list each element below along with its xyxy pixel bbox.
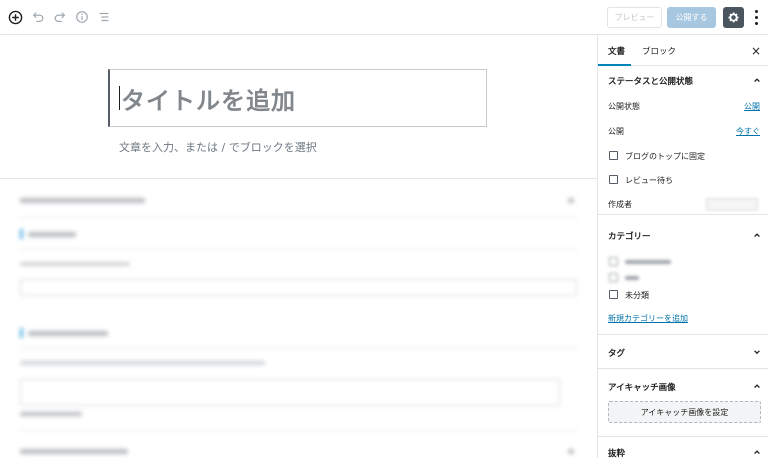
preview-button[interactable]: プレビュー — [607, 7, 662, 28]
plus-circle-icon[interactable] — [7, 9, 23, 25]
author-label: 作成者 — [608, 200, 632, 209]
metabox-help-text — [20, 262, 130, 266]
editor-toolbar: プレビュー 公開する — [0, 0, 768, 35]
metabox-heading — [20, 198, 145, 203]
pending-review-checkbox[interactable] — [609, 175, 618, 184]
category-label — [625, 276, 639, 280]
text-caret — [119, 86, 120, 110]
undo-icon[interactable] — [30, 9, 46, 25]
sticky-checkbox[interactable] — [609, 151, 618, 160]
chevron-down-icon[interactable] — [753, 348, 761, 356]
gear-icon — [728, 12, 739, 23]
category-label — [625, 260, 671, 264]
meta-boxes — [0, 178, 597, 458]
post-title-input[interactable]: タイトルを追加 — [108, 69, 487, 127]
metabox-accent — [20, 229, 23, 239]
excerpt-panel-title[interactable]: 抜粋 — [608, 447, 625, 458]
settings-button[interactable] — [723, 7, 744, 28]
metabox-text-field[interactable] — [20, 279, 577, 296]
status-panel-title[interactable]: ステータスと公開状態 — [608, 75, 693, 87]
pending-review-label[interactable]: レビュー待ち — [625, 175, 673, 186]
more-vertical-icon[interactable] — [752, 8, 760, 27]
tab-block[interactable]: ブロック — [642, 35, 676, 66]
chevron-up-icon[interactable] — [753, 448, 761, 456]
metabox-divider — [20, 249, 577, 250]
redo-icon[interactable] — [52, 9, 68, 25]
metabox-divider — [20, 217, 577, 218]
publish-date-toggle[interactable]: 今すぐ — [736, 126, 760, 137]
metabox-field-label — [28, 331, 108, 336]
category-checkbox[interactable] — [609, 257, 618, 266]
list-view-icon[interactable] — [96, 9, 112, 25]
metabox-toggle[interactable] — [568, 449, 574, 454]
set-featured-image-button[interactable]: アイキャッチ画像を設定 — [608, 401, 761, 423]
metabox-divider — [20, 348, 577, 349]
uncategorized-label[interactable]: 未分類 — [625, 290, 649, 301]
metabox-textarea[interactable] — [20, 379, 560, 406]
status-panel: ステータスと公開状態 公開状態 公開 公開 今すぐ ブログのトップに固定 レビュ… — [598, 66, 768, 215]
close-icon[interactable]: × — [751, 44, 761, 58]
post-title-placeholder: タイトルを追加 — [121, 85, 296, 115]
add-category-link[interactable]: 新規カテゴリーを追加 — [608, 313, 688, 324]
metabox-toggle[interactable] — [568, 198, 574, 203]
chevron-up-icon[interactable] — [753, 231, 761, 239]
editor-canvas: タイトルを追加 文章を入力、または / でブロックを選択 — [0, 35, 597, 458]
category-panel-title[interactable]: カテゴリー — [608, 230, 651, 242]
tab-document[interactable]: 文書 — [608, 35, 625, 66]
publish-button[interactable]: 公開する — [667, 7, 716, 28]
block-appender-hint[interactable]: 文章を入力、または / でブロックを選択 — [119, 139, 317, 155]
visibility-toggle[interactable]: 公開 — [744, 101, 760, 112]
tag-panel-title[interactable]: タグ — [608, 347, 625, 359]
metabox-help-text — [20, 361, 265, 365]
chevron-up-icon[interactable] — [753, 76, 761, 84]
sidebar-tabs: 文書 ブロック × — [598, 35, 768, 66]
metabox-divider — [20, 430, 577, 431]
visibility-label: 公開状態 — [608, 102, 640, 111]
category-checkbox[interactable] — [609, 273, 618, 282]
metabox-accent — [20, 328, 23, 338]
excerpt-panel: 抜粋 — [598, 437, 768, 458]
settings-sidebar: 文書 ブロック × ステータスと公開状態 公開状態 公開 公開 今すぐ ブログの… — [597, 35, 768, 458]
chevron-up-icon[interactable] — [753, 382, 761, 390]
tag-panel: タグ — [598, 335, 768, 369]
uncategorized-checkbox[interactable] — [609, 290, 618, 299]
metabox-field-label — [28, 232, 76, 237]
metabox-char-count — [20, 412, 82, 416]
featured-image-panel-title[interactable]: アイキャッチ画像 — [608, 381, 676, 393]
author-select[interactable] — [706, 198, 758, 211]
info-icon[interactable] — [74, 9, 90, 25]
metabox-heading — [20, 449, 128, 454]
publish-date-label: 公開 — [608, 127, 624, 136]
sticky-label[interactable]: ブログのトップに固定 — [625, 151, 705, 162]
